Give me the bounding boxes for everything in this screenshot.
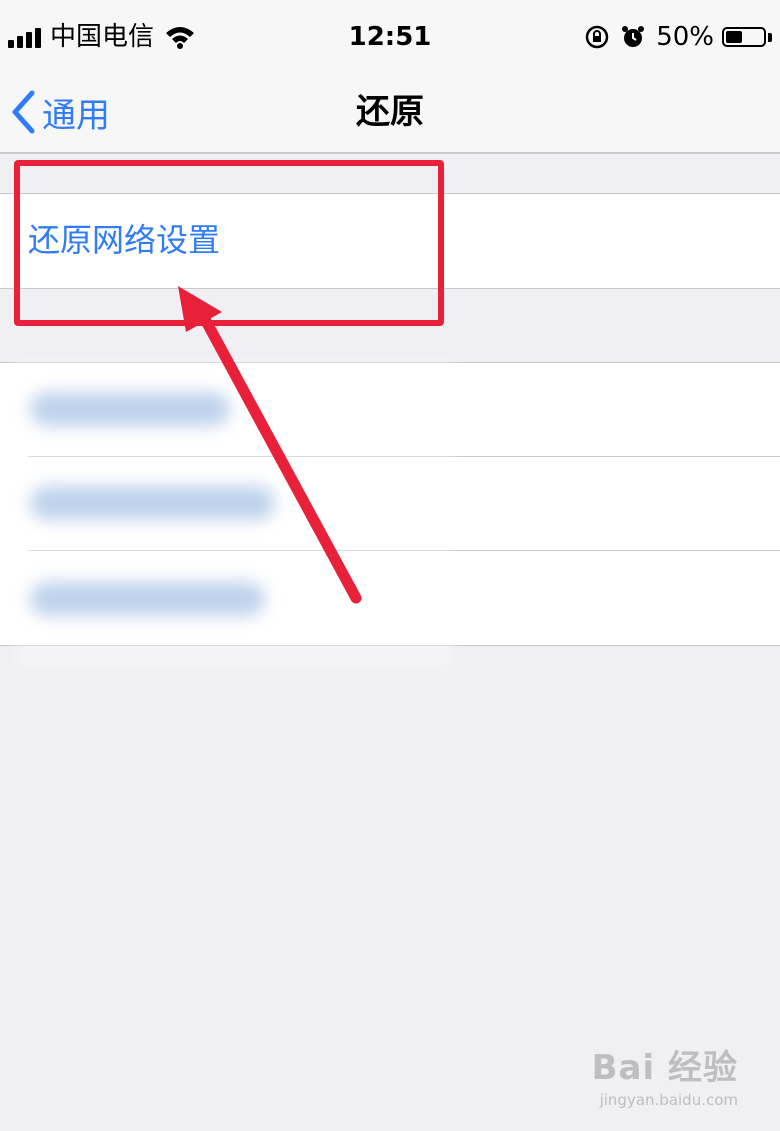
- watermark-url: jingyan.baidu.com: [599, 1091, 738, 1109]
- watermark-logo: Bai 经验: [591, 1048, 738, 1088]
- watermark: Bai 经验 jingyan.baidu.com: [592, 1040, 738, 1109]
- annotation-arrow-icon: [178, 286, 362, 604]
